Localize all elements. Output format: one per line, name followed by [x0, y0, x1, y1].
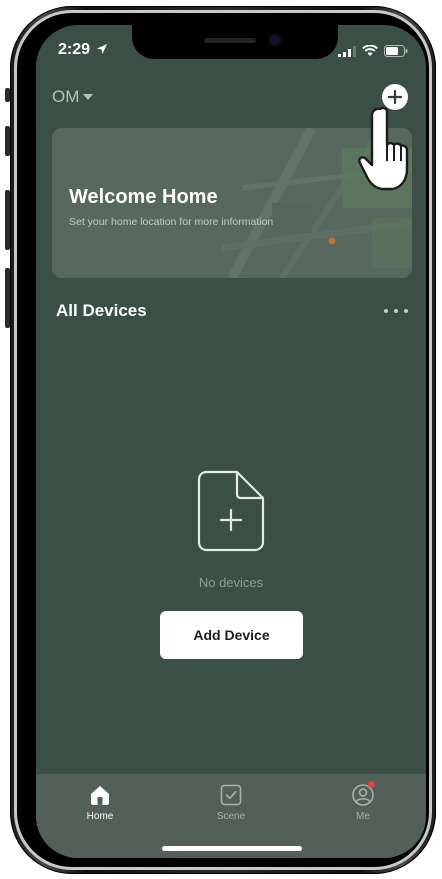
card-title: Welcome Home: [69, 186, 218, 208]
more-dot: [384, 309, 388, 313]
more-dot: [404, 309, 408, 313]
more-dot: [394, 309, 398, 313]
pointing-hand-icon: [358, 106, 409, 191]
no-devices-text: No devices: [198, 575, 264, 590]
location-arrow-icon: [97, 44, 108, 54]
tab-home[interactable]: Home: [60, 784, 140, 822]
status-icons: [338, 45, 408, 57]
status-time: 2:29: [58, 41, 108, 59]
home-icon: [91, 786, 109, 805]
volume-down-button: [5, 190, 10, 250]
tab-scene[interactable]: Scene: [191, 784, 271, 822]
plus-icon: [388, 90, 402, 104]
volume-up-button: [5, 126, 10, 156]
wifi-icon: [362, 45, 378, 56]
scene-icon: [220, 784, 242, 806]
tab-home-label: Home: [86, 811, 114, 822]
notch: [132, 25, 338, 59]
add-device-button[interactable]: Add Device: [160, 611, 303, 659]
speaker: [204, 38, 256, 43]
empty-document-icon: [197, 470, 265, 552]
home-selector[interactable]: OM: [52, 87, 94, 107]
status-time-text: 2:29: [58, 41, 91, 58]
battery-icon: [384, 45, 408, 57]
home-name: OM: [52, 87, 80, 106]
cellular-signal-icon: [338, 45, 356, 57]
side-button: [5, 268, 10, 328]
tab-scene-label: Scene: [216, 811, 246, 822]
silent-switch: [5, 88, 10, 102]
caret-down-icon: [83, 94, 94, 100]
tab-bar: Home Scene Me: [36, 774, 426, 858]
tab-me-label: Me: [356, 811, 370, 822]
home-indicator[interactable]: [162, 846, 302, 851]
more-options-button[interactable]: [384, 303, 408, 319]
card-subtitle: Set your home location for more informat…: [69, 216, 274, 228]
tab-me[interactable]: Me: [323, 781, 403, 822]
front-camera: [270, 35, 280, 45]
notification-badge: [368, 781, 375, 788]
app-screen: 2:29 OM Welcome Home Set your home locat…: [36, 25, 426, 858]
all-devices-title: All Devices: [56, 301, 147, 320]
profile-icon-wrap: [351, 781, 375, 806]
